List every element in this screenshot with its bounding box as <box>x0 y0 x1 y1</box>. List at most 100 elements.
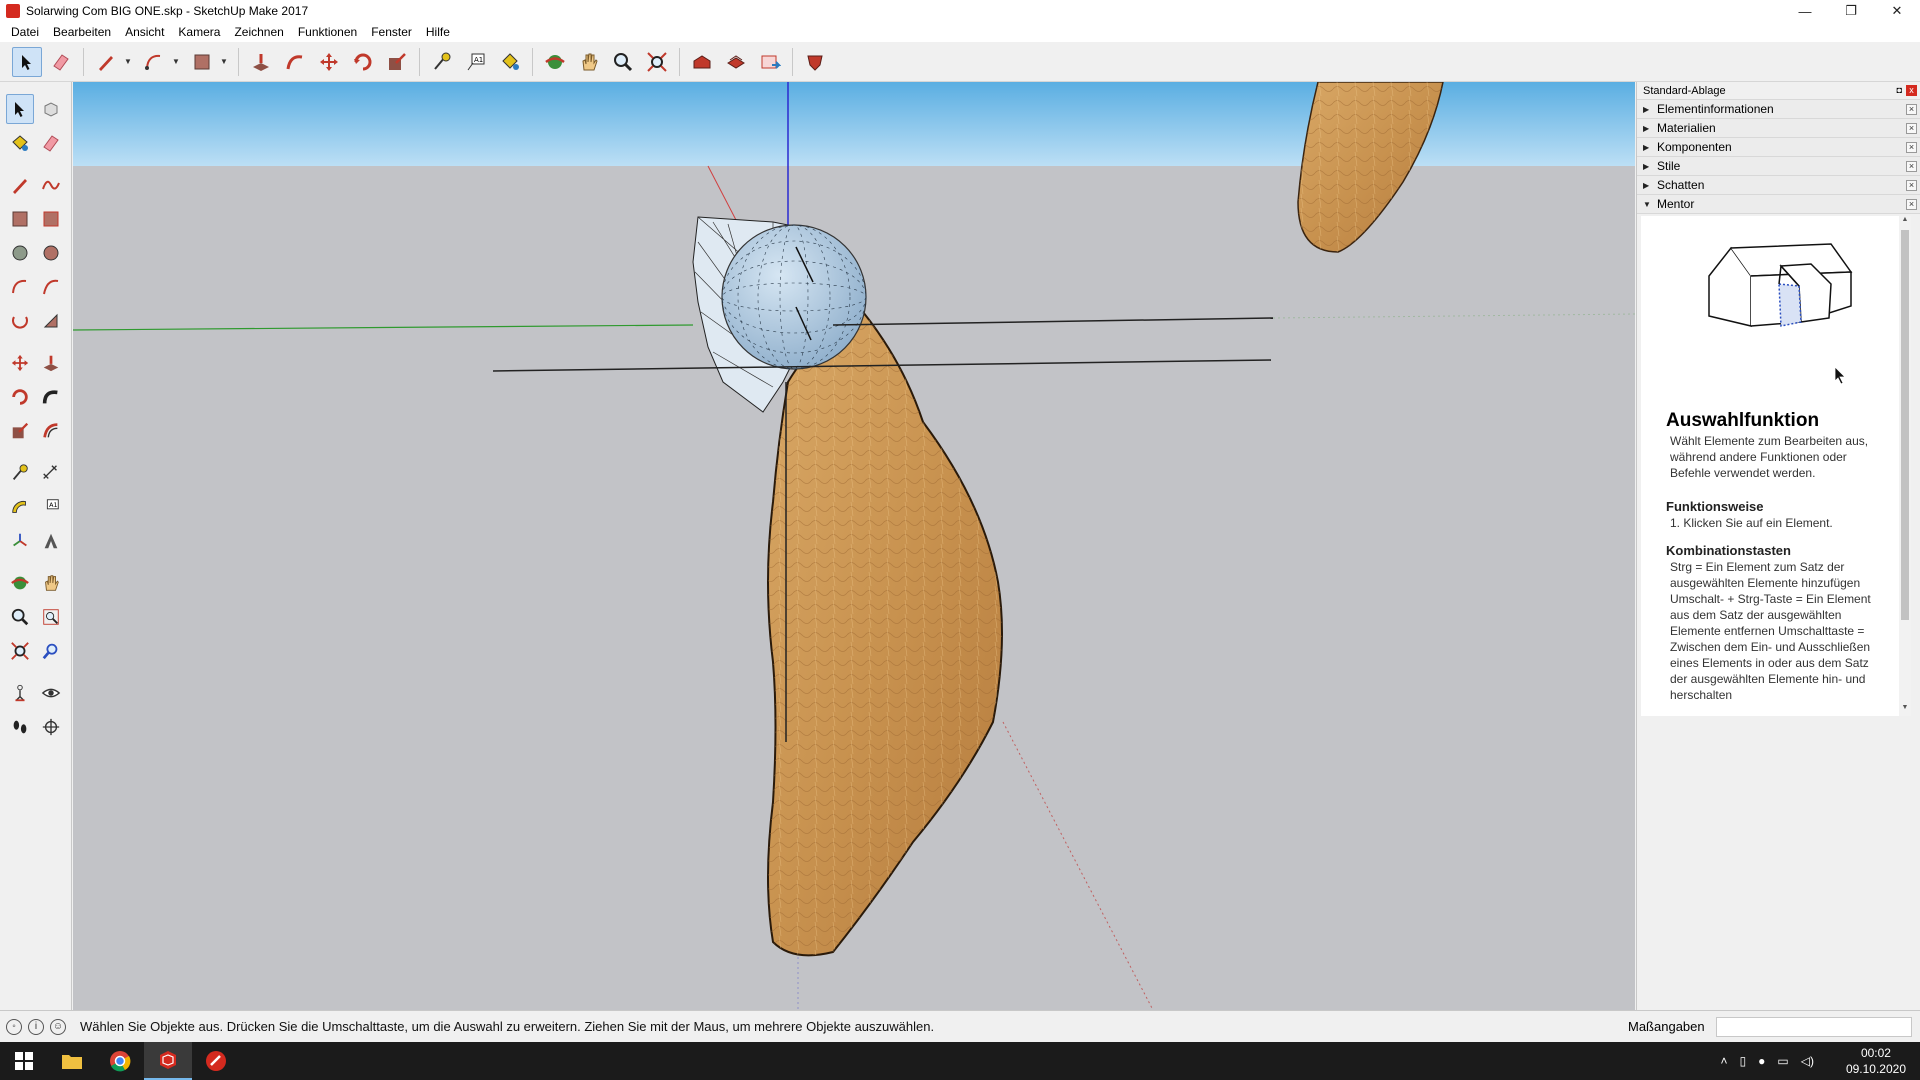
scroll-down-arrow-icon[interactable]: ▼ <box>1899 704 1911 716</box>
tray-close-button[interactable]: x <box>1906 85 1917 96</box>
arc-tool-button[interactable] <box>139 47 169 77</box>
close-button[interactable]: ✕ <box>1874 0 1920 22</box>
taskbar-clock[interactable]: 00:02 09.10.2020 <box>1846 1045 1906 1077</box>
zoom-tool-button[interactable] <box>608 47 638 77</box>
start-button[interactable] <box>0 1042 48 1080</box>
taskbar-app[interactable] <box>192 1042 240 1080</box>
tape-measure-left[interactable] <box>6 458 34 488</box>
taskbar-sketchup[interactable] <box>144 1042 192 1080</box>
axes-left[interactable] <box>6 526 34 556</box>
panel-komponenten[interactable]: ▶ Komponenten × <box>1637 138 1920 157</box>
panel-close-button[interactable]: × <box>1906 161 1917 172</box>
line-tool-dropdown[interactable]: ▼ <box>123 47 133 77</box>
panel-schatten[interactable]: ▶ Schatten × <box>1637 176 1920 195</box>
minimize-button[interactable]: — <box>1782 0 1828 22</box>
position-camera-left[interactable] <box>6 678 34 708</box>
mentor-scrollbar[interactable]: ▲ ▼ <box>1899 216 1911 716</box>
share-model-button[interactable] <box>755 47 785 77</box>
line-tool-button[interactable] <box>91 47 121 77</box>
orbit-tool-button[interactable] <box>540 47 570 77</box>
panel-stile[interactable]: ▶ Stile × <box>1637 157 1920 176</box>
scroll-thumb[interactable] <box>1901 230 1909 620</box>
pin-icon[interactable]: ◘ <box>1897 85 1902 95</box>
zoom-left[interactable] <box>6 602 34 632</box>
move-tool-button[interactable] <box>314 47 344 77</box>
panel-close-button[interactable]: × <box>1906 142 1917 153</box>
chevron-up-icon[interactable]: ˄ <box>1721 1054 1728 1068</box>
text-left[interactable]: A1 <box>38 492 66 522</box>
arc-tool-dropdown[interactable]: ▼ <box>171 47 181 77</box>
pan-left[interactable] <box>38 568 66 598</box>
taskbar-file-explorer[interactable] <box>48 1042 96 1080</box>
measurements-input[interactable] <box>1716 1017 1912 1037</box>
three-point-arc-left[interactable] <box>6 306 34 336</box>
user-icon[interactable]: ☺ <box>50 1018 66 1035</box>
usb-icon[interactable]: ▯ <box>1740 1054 1747 1068</box>
share-component-button[interactable] <box>721 47 751 77</box>
two-point-arc-left[interactable] <box>38 272 66 302</box>
rectangle-tool-button[interactable] <box>187 47 217 77</box>
network-icon[interactable]: ▭ <box>1777 1054 1788 1068</box>
extension-warehouse-button[interactable] <box>800 47 830 77</box>
follow-me-left[interactable] <box>38 382 66 412</box>
line-left[interactable] <box>6 170 34 200</box>
orbit-left[interactable] <box>6 568 34 598</box>
menu-zeichnen[interactable]: Zeichnen <box>227 22 290 42</box>
panel-materialien[interactable]: ▶ Materialien × <box>1637 119 1920 138</box>
push-pull-left[interactable] <box>38 348 66 378</box>
scale-left[interactable] <box>6 416 34 446</box>
paint-bucket-left[interactable] <box>6 128 34 158</box>
pan-tool-button[interactable] <box>574 47 604 77</box>
menu-bearbeiten[interactable]: Bearbeiten <box>46 22 118 42</box>
geo-location-icon[interactable]: ◦ <box>6 1018 22 1035</box>
info-icon[interactable]: i <box>28 1018 44 1035</box>
select-tool-left[interactable] <box>6 94 34 124</box>
walk-left[interactable] <box>6 712 34 742</box>
rotated-rectangle-left[interactable] <box>38 204 66 234</box>
volume-icon[interactable]: ◁) <box>1801 1054 1814 1068</box>
section-plane-left[interactable] <box>38 712 66 742</box>
drawing-viewport[interactable] <box>73 82 1635 1010</box>
zoom-extents-button[interactable] <box>642 47 672 77</box>
circle-left[interactable] <box>6 238 34 268</box>
move-left[interactable] <box>6 348 34 378</box>
make-component-button[interactable] <box>38 94 65 124</box>
follow-me-tool-button[interactable] <box>280 47 310 77</box>
menu-fenster[interactable]: Fenster <box>364 22 419 42</box>
panel-close-button[interactable]: × <box>1906 123 1917 134</box>
rectangle-left[interactable] <box>6 204 34 234</box>
maximize-button[interactable]: ❐ <box>1828 0 1874 22</box>
panel-close-button[interactable]: × <box>1906 199 1917 210</box>
previous-view-left[interactable] <box>38 636 66 666</box>
scale-tool-button[interactable] <box>382 47 412 77</box>
3d-warehouse-button[interactable] <box>687 47 717 77</box>
polygon-left[interactable] <box>38 238 66 268</box>
menu-datei[interactable]: Datei <box>4 22 46 42</box>
pie-left[interactable] <box>38 306 66 336</box>
panel-mentor[interactable]: ▼ Mentor × <box>1637 195 1920 214</box>
menu-ansicht[interactable]: Ansicht <box>118 22 171 42</box>
rotate-left[interactable] <box>6 382 34 412</box>
zoom-window-left[interactable] <box>38 602 66 632</box>
menu-hilfe[interactable]: Hilfe <box>419 22 457 42</box>
taskbar-chrome[interactable] <box>96 1042 144 1080</box>
text-tool-button[interactable]: A1 <box>461 47 491 77</box>
3d-text-left[interactable] <box>38 526 66 556</box>
scroll-up-arrow-icon[interactable]: ▲ <box>1899 216 1911 228</box>
protractor-left[interactable] <box>6 492 34 522</box>
dimension-left[interactable] <box>38 458 66 488</box>
select-tool-button[interactable] <box>12 46 42 77</box>
zoom-extents-left[interactable] <box>6 636 34 666</box>
look-around-left[interactable] <box>38 678 66 708</box>
offset-left[interactable] <box>38 416 66 446</box>
eraser-left[interactable] <box>38 128 66 158</box>
rectangle-tool-dropdown[interactable]: ▼ <box>219 47 229 77</box>
push-pull-tool-button[interactable] <box>246 47 276 77</box>
arc-left[interactable] <box>6 272 34 302</box>
panel-close-button[interactable]: × <box>1906 180 1917 191</box>
eraser-tool-button[interactable] <box>46 47 76 77</box>
panel-elementinformationen[interactable]: ▶ Elementinformationen × <box>1637 100 1920 119</box>
rotate-tool-button[interactable] <box>348 47 378 77</box>
menu-funktionen[interactable]: Funktionen <box>291 22 364 42</box>
tape-measure-tool-button[interactable] <box>427 47 457 77</box>
